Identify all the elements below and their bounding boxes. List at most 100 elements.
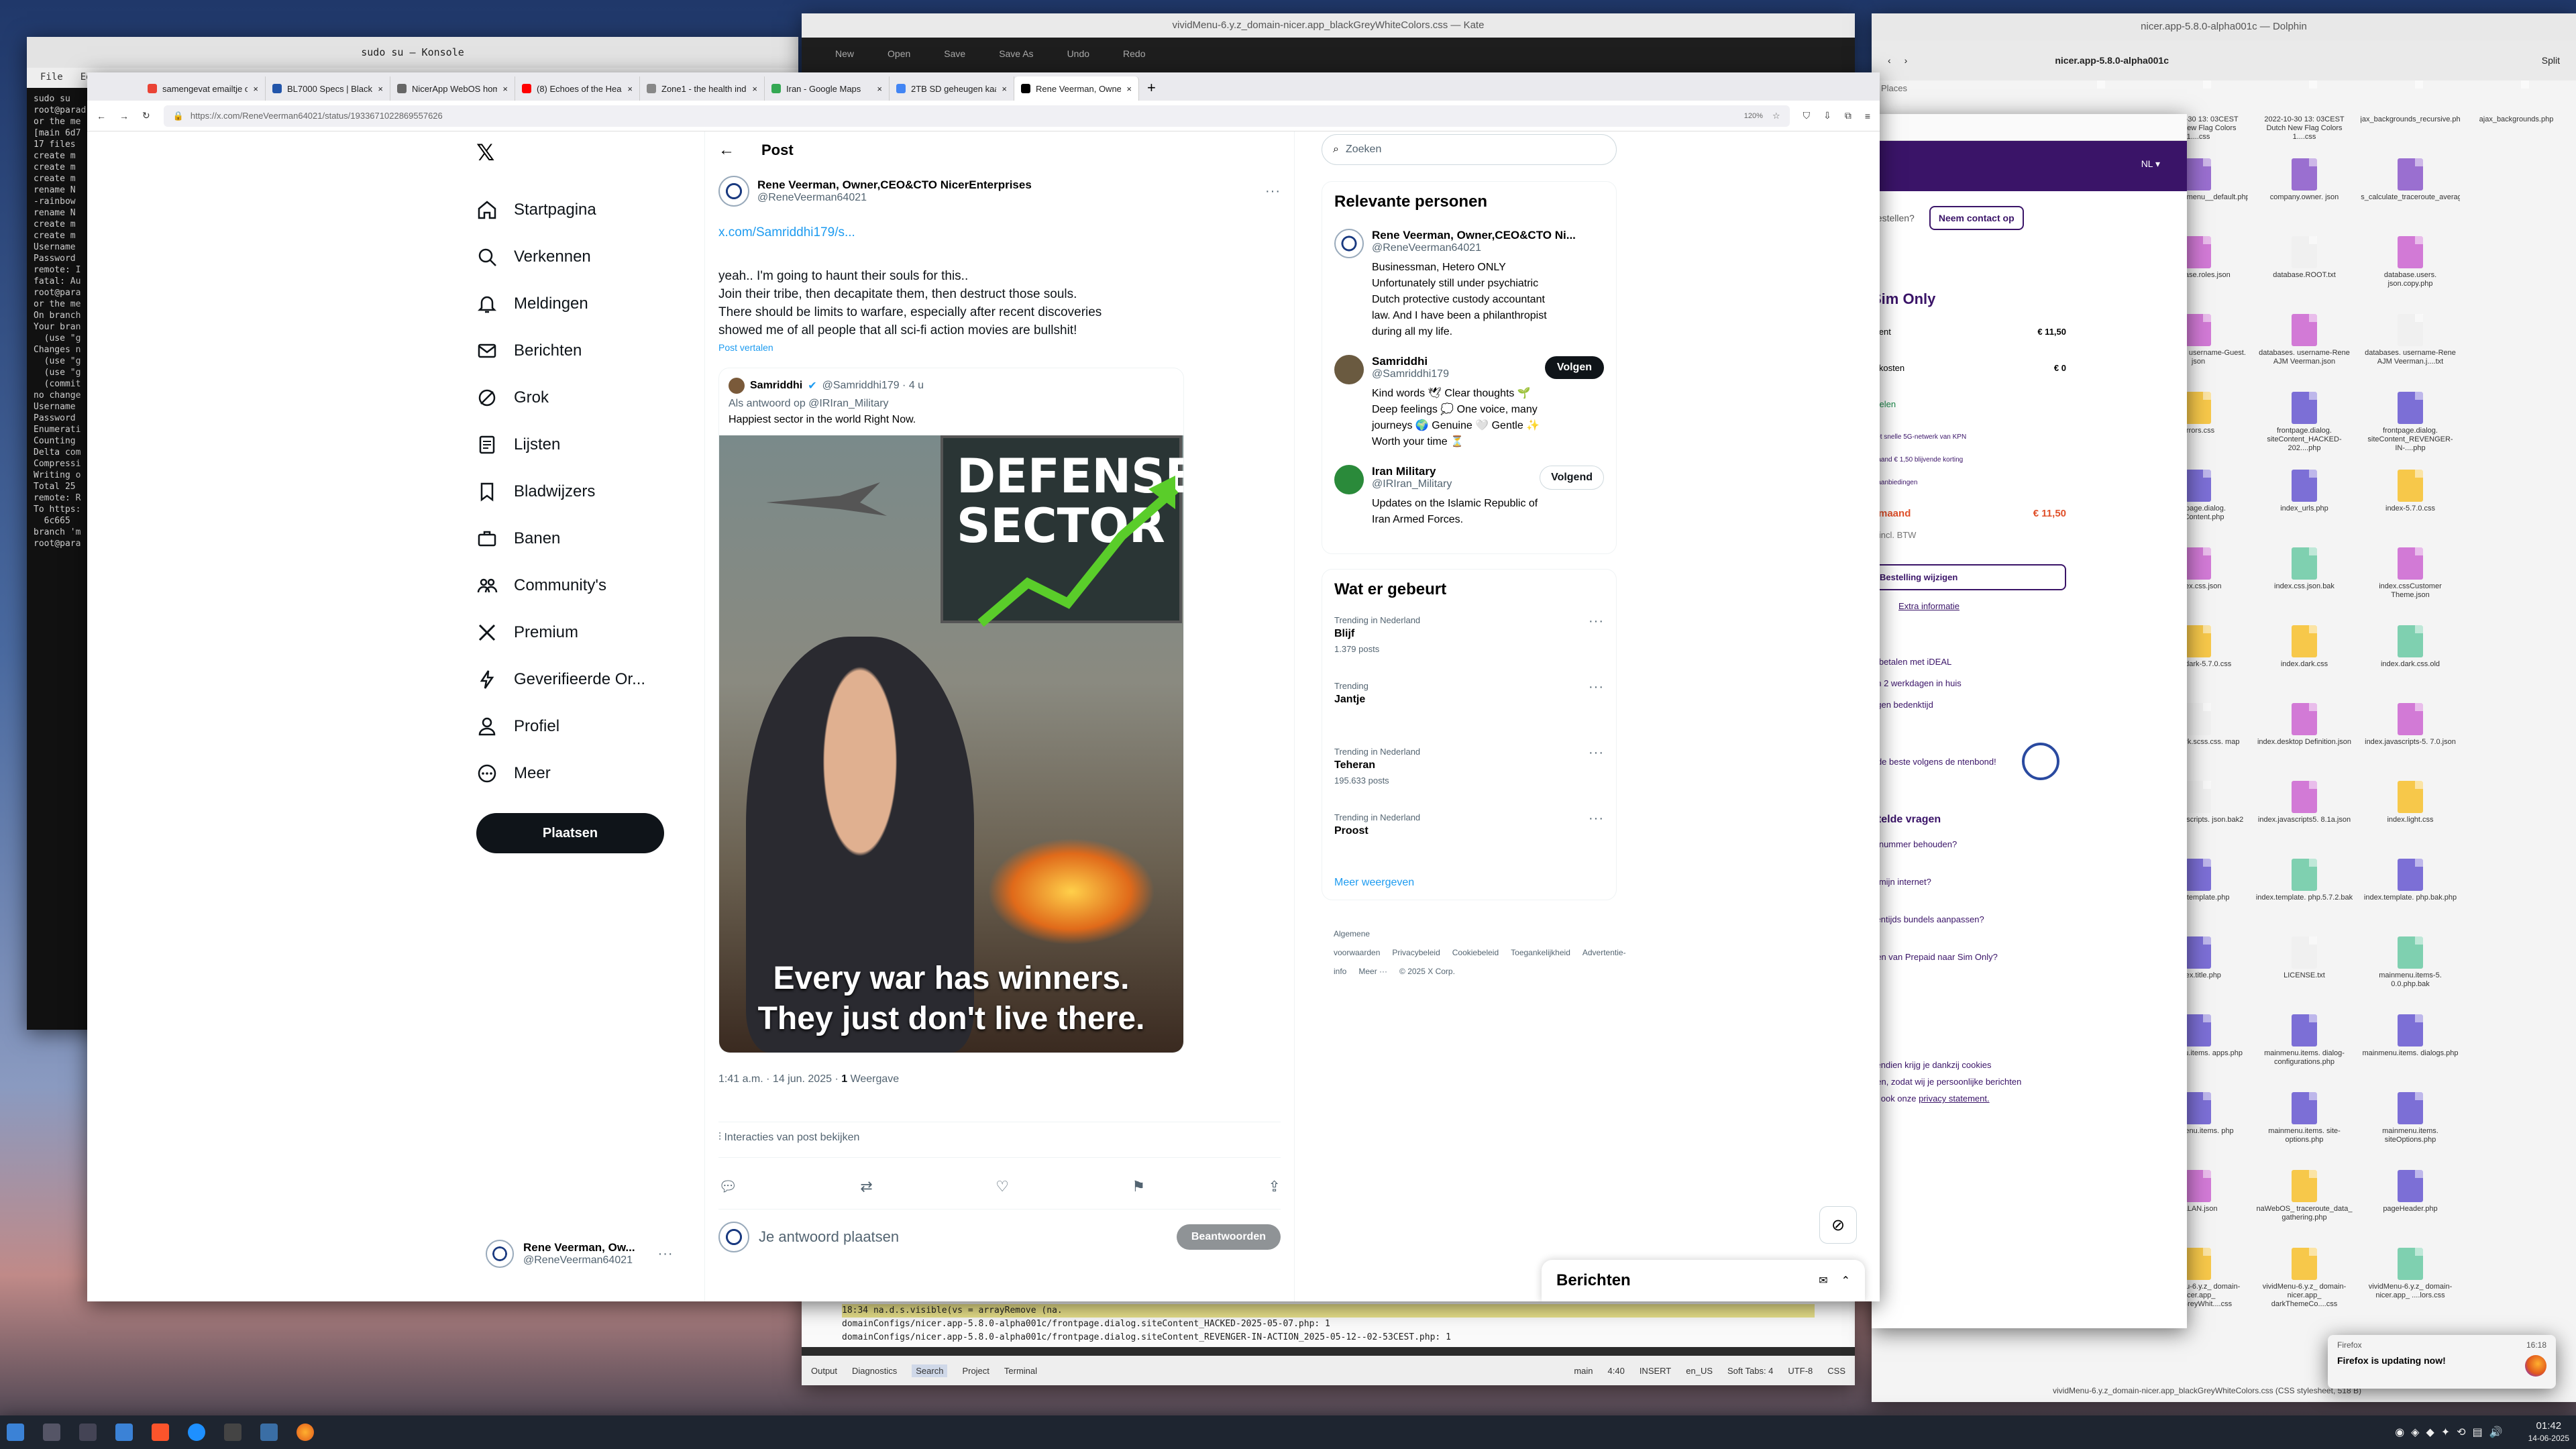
- trend-item[interactable]: Trending in Nederland Teheran 195.633 post…: [1334, 743, 1604, 808]
- close-tab-icon[interactable]: ×: [378, 84, 383, 94]
- location-bar[interactable]: nicer.app-5.8.0-alpha001c: [2055, 55, 2169, 66]
- quoted-post[interactable]: Samriddhi ✔ @Samriddhi179 · 4 u Als antw…: [718, 368, 1184, 1053]
- faq-item[interactable]: sentijds bundels aanpassen?: [1872, 914, 2066, 952]
- kate-save-as[interactable]: Save As: [999, 48, 1033, 64]
- post-image[interactable]: DEFENSE SECTOR Every war has winners. The…: [719, 435, 1183, 1053]
- nav-item-search[interactable]: Verkennen: [476, 233, 678, 280]
- file-item[interactable]: naWebOS_ traceroute_data_ gathering.php: [2255, 1170, 2354, 1248]
- file-item[interactable]: vividMenu-6.y.z_ domain-nicer.app_ ....l…: [2361, 1248, 2460, 1326]
- file-item[interactable]: mainmenu.items-5. 0.0.php.bak: [2361, 936, 2460, 1014]
- vivaldi-icon[interactable]: [188, 1424, 205, 1441]
- post-timestamp[interactable]: 1:41 a.m. · 14 jun. 2025 ·: [718, 1073, 841, 1085]
- file-item[interactable]: mainmenu.items. dialog-configurations.ph…: [2255, 1014, 2354, 1092]
- nav-item-bookmark[interactable]: Bladwijzers: [476, 468, 678, 515]
- zoom-level[interactable]: 120%: [1744, 112, 1763, 120]
- app-launcher-icon[interactable]: [7, 1424, 24, 1441]
- file-item[interactable]: index.light.css: [2361, 781, 2460, 859]
- like-icon[interactable]: ♡: [996, 1178, 1009, 1195]
- pocket-icon[interactable]: ⛉: [1803, 110, 1811, 121]
- nav-item-list[interactable]: Lijsten: [476, 421, 678, 468]
- file-item[interactable]: [2467, 314, 2566, 392]
- file-item[interactable]: vividMenu-6.y.z_ domain-nicer.app_ darkT…: [2255, 1248, 2354, 1326]
- file-item[interactable]: mainmenu.items. dialogs.php: [2361, 1014, 2460, 1092]
- nav-item-bell[interactable]: Meldingen: [476, 280, 678, 327]
- file-item[interactable]: [2467, 470, 2566, 547]
- file-item[interactable]: index.cssCustomer Theme.json: [2361, 547, 2460, 625]
- downloads-icon[interactable]: ⇩: [1823, 110, 1831, 121]
- update-notification[interactable]: Firefox 16:18 Firefox is updating now!: [2328, 1335, 2556, 1389]
- dolphin-titlebar[interactable]: nicer.app-5.8.0-alpha001c — Dolphin: [1872, 13, 2576, 40]
- status-search[interactable]: Search: [912, 1364, 948, 1377]
- nav-item-home[interactable]: Startpagina: [476, 186, 678, 233]
- new-tab-button[interactable]: +: [1139, 79, 1164, 101]
- status-diagnostics[interactable]: Diagnostics: [852, 1366, 897, 1376]
- file-item[interactable]: [2467, 236, 2566, 314]
- reply-input[interactable]: Je antwoord plaatsen: [759, 1228, 1167, 1246]
- file-item[interactable]: [2467, 625, 2566, 703]
- file-item[interactable]: [2467, 392, 2566, 470]
- browser-tab[interactable]: NicerApp WebOS homepage ×: [390, 76, 515, 101]
- search-input[interactable]: Zoeken: [1346, 144, 1381, 156]
- grok-icon[interactable]: ⊘: [1819, 1206, 1857, 1244]
- result-line[interactable]: domainConfigs/nicer.app-5.8.0-alpha001c/…: [842, 1331, 1815, 1344]
- file-item[interactable]: [2467, 1170, 2566, 1248]
- plan-row[interactable]: ment € 11,50: [1872, 327, 2066, 363]
- result-line[interactable]: 18:34 na.d.s.visible(vs = arrayRemove (n…: [842, 1304, 1815, 1318]
- person-card[interactable]: Rene Veerman, Owner,CEO&CTO Ni... @ReneVe…: [1334, 229, 1604, 340]
- url-bar[interactable]: 🔒 https://x.com/ReneVeerman64021/status/…: [163, 105, 1790, 127]
- kate-icon[interactable]: [260, 1424, 278, 1441]
- nav-item-profile[interactable]: Profiel: [476, 703, 678, 750]
- file-item[interactable]: index.template. php.5.7.2.bak: [2255, 859, 2354, 936]
- x-logo-icon[interactable]: 𝕏: [476, 140, 678, 186]
- file-item[interactable]: [2467, 936, 2566, 1014]
- file-item[interactable]: index.template. php.bak.php: [2361, 859, 2460, 936]
- contact-button[interactable]: Neem contact op: [1929, 206, 2024, 230]
- trend-more-icon[interactable]: ···: [1589, 614, 1604, 629]
- file-item[interactable]: [2467, 1014, 2566, 1092]
- file-item[interactable]: index.css.json.bak: [2255, 547, 2354, 625]
- nav-item-lightning[interactable]: Geverifieerde Or...: [476, 656, 678, 703]
- file-item[interactable]: [2467, 703, 2566, 781]
- back-icon[interactable]: ←: [97, 111, 106, 121]
- footer-link[interactable]: Cookiebeleid: [1452, 948, 1499, 957]
- reply-icon[interactable]: 💬︎: [718, 1178, 737, 1195]
- nav-item-grok[interactable]: Grok: [476, 374, 678, 421]
- file-item[interactable]: index_urls.php: [2255, 470, 2354, 547]
- file-item[interactable]: mainmenu.items. site-options.php: [2255, 1092, 2354, 1170]
- konsole-icon[interactable]: [224, 1424, 241, 1441]
- status-filetype[interactable]: CSS: [1827, 1366, 1845, 1376]
- privacy-link[interactable]: privacy statement.: [1919, 1093, 1990, 1104]
- post-link[interactable]: x.com/Samriddhi179/s...: [718, 225, 1281, 240]
- person-card[interactable]: Iran Military @IRIran_Military Volgend Upda…: [1334, 465, 1604, 528]
- browser-tab[interactable]: Iran - Google Maps ×: [765, 76, 890, 101]
- trend-item[interactable]: Trending Jantje ···: [1334, 677, 1604, 743]
- file-item[interactable]: index.dark.css.old: [2361, 625, 2460, 703]
- file-item[interactable]: ajax_backgrounds.php: [2467, 80, 2566, 158]
- trend-item[interactable]: Trending in Nederland Blijf 1.379 posts ···: [1334, 611, 1604, 677]
- file-item[interactable]: company.owner. json: [2255, 158, 2354, 236]
- kate-open[interactable]: Open: [888, 48, 910, 64]
- trend-more-icon[interactable]: ···: [1589, 745, 1604, 761]
- footer-link[interactable]: Privacybeleid: [1392, 948, 1440, 957]
- reply-button[interactable]: Beantwoorden: [1176, 1224, 1281, 1250]
- clock[interactable]: 01:42 14-06-2025: [2528, 1420, 2569, 1444]
- follow-button[interactable]: Volgend: [1540, 466, 1604, 490]
- status-cursor[interactable]: 4:40: [1608, 1366, 1625, 1376]
- footer-link[interactable]: Meer ···: [1358, 967, 1387, 976]
- status-tabs[interactable]: Soft Tabs: 4: [1727, 1366, 1773, 1376]
- close-tab-icon[interactable]: ×: [1126, 84, 1132, 94]
- dolphin-icon[interactable]: [115, 1424, 133, 1441]
- file-item[interactable]: database.ROOT.txt: [2255, 236, 2354, 314]
- show-more-link[interactable]: Meer weergeven: [1334, 877, 1604, 889]
- trend-more-icon[interactable]: ···: [1589, 680, 1604, 695]
- status-output[interactable]: Output: [811, 1366, 837, 1376]
- change-order-button[interactable]: Bestelling wijzigen: [1872, 564, 2066, 590]
- back-icon[interactable]: ‹: [1888, 55, 1891, 66]
- file-item[interactable]: cronjobs_calculate_traceroute_averages.p…: [2361, 158, 2460, 236]
- faq-item[interactable]: n mijn internet?: [1872, 877, 2066, 914]
- shop-window[interactable]: NL ▾ bestellen? Neem contact op Sim Only…: [1872, 114, 2187, 1328]
- search-box[interactable]: ⌕ Zoeken: [1322, 134, 1617, 165]
- expand-icon[interactable]: ⌃: [1841, 1274, 1850, 1287]
- file-item[interactable]: databases. username-Rene AJM Veerman.j..…: [2361, 314, 2460, 392]
- file-item[interactable]: [2467, 158, 2566, 236]
